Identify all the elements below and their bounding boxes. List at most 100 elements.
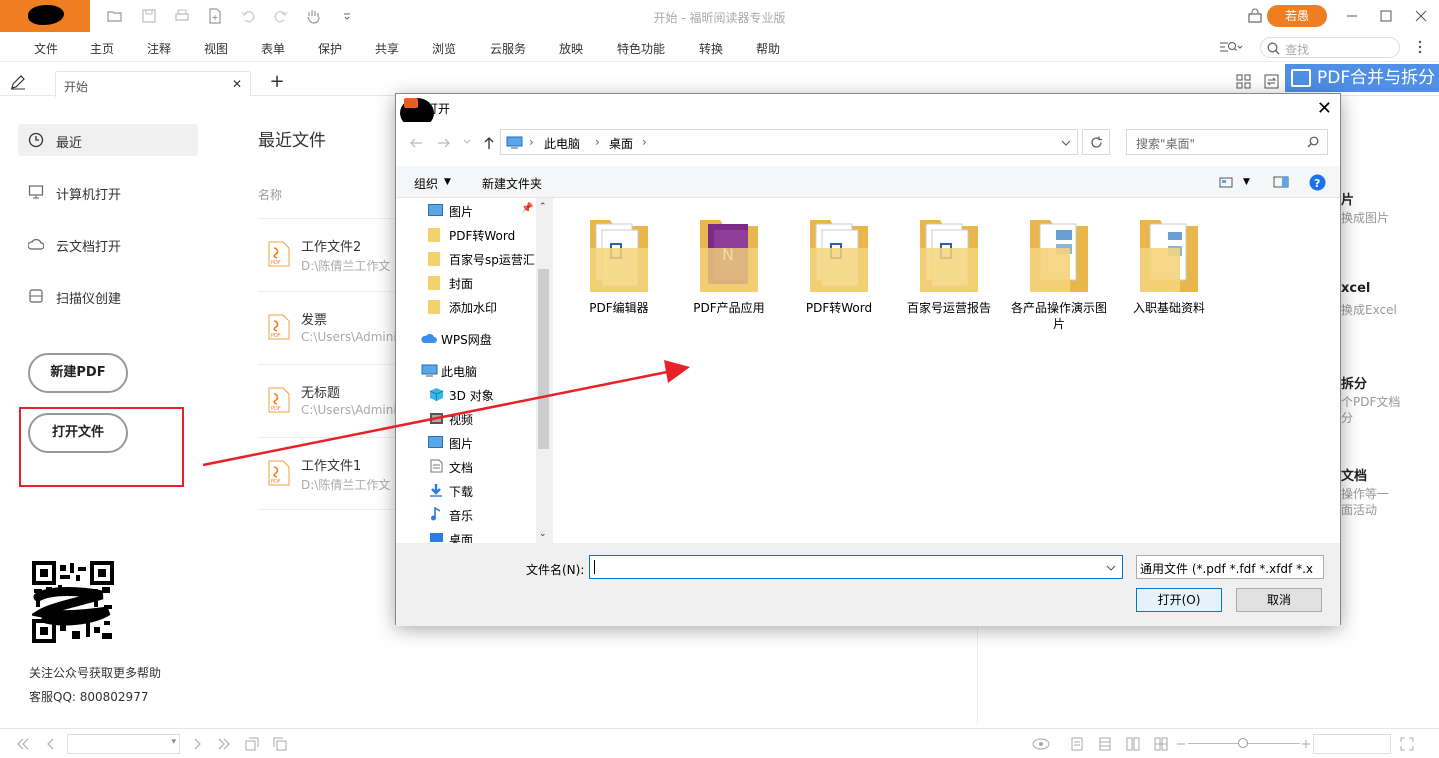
nav-cloud-open[interactable]: 云文档打开 bbox=[18, 228, 198, 260]
new-pdf-button[interactable]: 新建PDF bbox=[28, 353, 128, 393]
fullscreen-icon[interactable] bbox=[1400, 737, 1414, 751]
up-folder-icon[interactable] bbox=[481, 135, 497, 151]
feature-title[interactable]: 片 bbox=[1341, 189, 1439, 208]
recent-file-row[interactable]: PDF 工作文件1 D:\陈倩兰工作文 bbox=[258, 437, 398, 510]
menu-features[interactable]: 特色功能 bbox=[617, 40, 665, 57]
open-button[interactable]: 打开(O) bbox=[1136, 588, 1222, 612]
dialog-app-icon bbox=[404, 98, 418, 108]
scroll-down-icon[interactable]: ⌄ bbox=[539, 529, 547, 539]
menu-cloud[interactable]: 云服务 bbox=[490, 40, 526, 57]
menu-protect[interactable]: 保护 bbox=[318, 40, 342, 57]
last-page-icon[interactable] bbox=[217, 737, 231, 751]
first-page-icon[interactable] bbox=[16, 737, 30, 751]
pdf-merge-split-banner[interactable]: PDF合并与拆分 bbox=[1285, 64, 1439, 92]
address-bar[interactable]: › 此电脑 › 桌面 › bbox=[500, 129, 1078, 155]
folder-item[interactable]: PDF编辑器 bbox=[569, 210, 669, 316]
folder-item[interactable]: 百家号运营报告 bbox=[899, 210, 999, 316]
close-window-icon[interactable] bbox=[1413, 8, 1429, 24]
facing-page-icon[interactable] bbox=[1126, 737, 1140, 751]
organize-button[interactable]: 组织 bbox=[414, 175, 438, 192]
feature-desc: 换成Excel bbox=[1341, 303, 1397, 317]
search-options-icon[interactable] bbox=[1219, 40, 1243, 56]
help-icon[interactable]: ? bbox=[1308, 173, 1326, 191]
view-mode-icon[interactable] bbox=[1218, 175, 1234, 189]
back-icon[interactable] bbox=[408, 136, 424, 150]
search-input[interactable]: 查找 bbox=[1260, 37, 1400, 58]
new-folder-button[interactable]: 新建文件夹 bbox=[482, 175, 542, 192]
nav-scanner-create[interactable]: 扫描仪创建 bbox=[18, 280, 198, 312]
menu-file[interactable]: 文件 bbox=[34, 40, 58, 57]
zoom-in-icon[interactable] bbox=[1301, 737, 1311, 751]
next-page-icon[interactable] bbox=[190, 737, 204, 751]
pen-icon[interactable] bbox=[9, 73, 27, 91]
prev-view-icon[interactable] bbox=[245, 737, 259, 751]
nav-scrollbar-thumb[interactable] bbox=[538, 269, 549, 449]
filename-dropdown-icon[interactable] bbox=[1106, 564, 1116, 572]
scroll-up-icon[interactable]: ⌃ bbox=[539, 202, 547, 212]
refresh-button[interactable] bbox=[1082, 129, 1110, 155]
computer-icon bbox=[505, 135, 523, 149]
read-mode-icon[interactable] bbox=[1032, 737, 1050, 751]
continuous-page-icon[interactable] bbox=[1098, 737, 1112, 751]
next-view-icon[interactable] bbox=[273, 737, 287, 751]
feature-title[interactable]: 文档 bbox=[1341, 465, 1439, 484]
grid-view-icon[interactable] bbox=[1234, 72, 1252, 90]
more-options-icon[interactable] bbox=[1417, 40, 1433, 56]
menu-view[interactable]: 视图 bbox=[204, 40, 228, 57]
dialog-search-input[interactable]: 搜索"桌面" bbox=[1126, 129, 1328, 155]
menu-slideshow[interactable]: 放映 bbox=[559, 40, 583, 57]
menu-browse[interactable]: 浏览 bbox=[432, 40, 456, 57]
breadcrumb-this-pc[interactable]: 此电脑 bbox=[544, 135, 580, 152]
folder-item[interactable]: 各产品操作演示图片 bbox=[1009, 210, 1109, 332]
view-dropdown-icon[interactable]: ▼ bbox=[1243, 177, 1250, 187]
folder-item[interactable]: 入职基础资料 bbox=[1119, 210, 1219, 316]
gift-icon[interactable] bbox=[1247, 8, 1263, 24]
recent-file-row[interactable]: PDF 工作文件2 D:\陈倩兰工作文 bbox=[258, 218, 398, 291]
recent-locations-icon[interactable] bbox=[462, 137, 472, 147]
zoom-out-icon[interactable] bbox=[1176, 737, 1186, 751]
prev-page-icon[interactable] bbox=[44, 737, 58, 751]
maximize-icon[interactable] bbox=[1378, 8, 1394, 24]
zoom-level-input[interactable] bbox=[1313, 734, 1391, 754]
close-tab-icon[interactable]: ✕ bbox=[232, 77, 242, 91]
tab-start[interactable]: 开始 ✕ bbox=[55, 71, 251, 97]
filename-input[interactable] bbox=[589, 555, 1123, 579]
zoom-slider-handle[interactable] bbox=[1238, 738, 1248, 748]
pin-icon[interactable]: 📌 bbox=[521, 203, 533, 214]
breadcrumb-separator: › bbox=[529, 135, 534, 149]
new-tab-icon[interactable]: + bbox=[268, 71, 286, 92]
switch-view-icon[interactable] bbox=[1262, 72, 1280, 90]
filetype-select[interactable]: 通用文件 (*.pdf *.fdf *.xfdf *.x bbox=[1136, 555, 1324, 579]
feature-title[interactable]: 拆分 bbox=[1341, 373, 1439, 392]
single-page-icon[interactable] bbox=[1070, 737, 1084, 751]
breadcrumb-desktop[interactable]: 桌面 bbox=[609, 135, 633, 152]
user-account-button[interactable]: 若愚 bbox=[1267, 5, 1327, 27]
folder-icon bbox=[916, 210, 982, 296]
forward-icon[interactable] bbox=[436, 136, 452, 150]
address-dropdown-icon[interactable] bbox=[1061, 138, 1071, 148]
cancel-button[interactable]: 取消 bbox=[1236, 588, 1322, 612]
organize-dropdown-icon[interactable]: ▼ bbox=[444, 177, 451, 187]
menu-help[interactable]: 帮助 bbox=[756, 40, 780, 57]
folder-item[interactable]: PDF转Word bbox=[789, 210, 889, 316]
minimize-icon[interactable] bbox=[1344, 8, 1360, 24]
recent-file-row[interactable]: PDF 无标题 C:\Users\Admini bbox=[258, 364, 398, 437]
page-dropdown-icon[interactable]: ▾ bbox=[171, 737, 176, 747]
nav-recent[interactable]: 最近 bbox=[18, 124, 198, 156]
menu-home[interactable]: 主页 bbox=[90, 40, 114, 57]
menu-comment[interactable]: 注释 bbox=[147, 40, 171, 57]
menu-share[interactable]: 共享 bbox=[375, 40, 399, 57]
dialog-close-icon[interactable]: ✕ bbox=[1317, 98, 1332, 119]
continuous-facing-icon[interactable] bbox=[1154, 737, 1168, 751]
menu-convert[interactable]: 转换 bbox=[699, 40, 723, 57]
feature-title[interactable]: xcel bbox=[1341, 281, 1439, 296]
nav-label: WPS网盘 bbox=[441, 333, 492, 347]
menu-form[interactable]: 表单 bbox=[261, 40, 285, 57]
highlight-box bbox=[19, 407, 184, 487]
nav-computer-open[interactable]: 计算机打开 bbox=[18, 176, 198, 208]
preview-pane-icon[interactable] bbox=[1272, 175, 1290, 189]
page-number-input[interactable]: ▾ bbox=[67, 734, 180, 754]
recent-file-row[interactable]: PDF 发票 C:\Users\Admini bbox=[258, 291, 398, 364]
column-header-name[interactable]: 名称 bbox=[258, 186, 282, 203]
folder-item[interactable]: N PDF产品应用 bbox=[679, 210, 779, 316]
